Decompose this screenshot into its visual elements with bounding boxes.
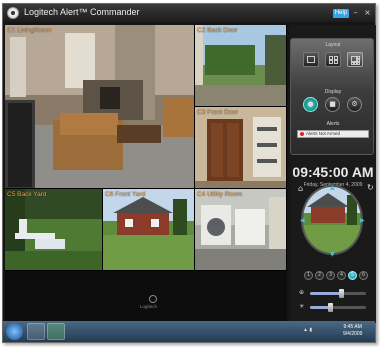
camera-tile-front-door[interactable]: C3 Front Door: [195, 107, 287, 189]
camera-select-4[interactable]: 4: [337, 271, 346, 280]
start-button[interactable]: [6, 323, 23, 340]
commander-icon[interactable]: [47, 323, 65, 340]
layout-label: Layout: [325, 42, 341, 48]
alert-status-icon: [300, 132, 304, 136]
single-view-button[interactable]: [303, 52, 319, 67]
quad-view-button[interactable]: [325, 52, 341, 67]
help-button[interactable]: Help: [333, 9, 349, 18]
zoom-fill: [310, 292, 341, 295]
alerts-label: Alerts: [326, 121, 340, 127]
minimize-icon[interactable]: –: [351, 8, 360, 17]
alert-status: Alerts Not Armed: [306, 131, 341, 136]
window-title: Logitech Alert™ Commander: [24, 7, 140, 17]
taskbar-time: 9:45 AM: [343, 324, 362, 330]
camera-select-5[interactable]: 5: [348, 271, 357, 280]
zoom-icon: ⊕: [299, 289, 305, 296]
logitech-logo-text: Logitech: [140, 304, 158, 309]
taskbar-clock[interactable]: 9:45 AM 9/4/2009: [343, 324, 362, 338]
ptz-panel: ⌂ ↻ ▲ ▼ ◀ ▶ 1 2 3 4 5 6 ⊕ ☀: [290, 177, 376, 323]
pan-up-icon[interactable]: ▲: [330, 184, 335, 191]
brightness-icon: ☀: [299, 303, 305, 310]
lock-icon[interactable]: ●: [303, 97, 318, 112]
pan-left-icon[interactable]: ◀: [300, 217, 305, 224]
brightness-fill: [310, 306, 330, 309]
close-icon[interactable]: ×: [363, 8, 372, 17]
home-icon[interactable]: ⌂: [298, 184, 303, 193]
tray-icons[interactable]: ▲ ▮: [303, 327, 312, 333]
camera-tile-living-room[interactable]: C1 LivingRoom: [5, 25, 195, 189]
brightness-knob[interactable]: [327, 303, 333, 312]
camera-tile-utility-room[interactable]: C4 Utility Room: [195, 189, 287, 271]
camera-label: C3 Front Door: [197, 109, 239, 116]
title-bar[interactable]: Logitech Alert™ Commander Help – ×: [3, 4, 375, 22]
app-window: Logitech Alert™ Commander Help – × C1 Li…: [2, 3, 376, 343]
explorer-icon[interactable]: [27, 323, 45, 340]
status-area: [5, 271, 287, 323]
zoom-knob[interactable]: [338, 289, 344, 298]
logitech-logo-icon: [7, 7, 19, 19]
six-view-button[interactable]: [347, 52, 363, 67]
camera-tile-back-door[interactable]: C2 Back Door: [195, 25, 287, 107]
camera-label: C1 LivingRoom: [7, 27, 52, 34]
taskbar-date: 9/4/2009: [343, 331, 363, 337]
logitech-logo-icon: [149, 295, 157, 303]
camera-grid: C1 LivingRoom C2 Back Door C3 Front Door…: [5, 25, 287, 271]
pan-right-icon[interactable]: ▶: [360, 217, 365, 224]
brightness-slider[interactable]: [310, 303, 366, 312]
camera-label: C5 Back Yard: [7, 191, 47, 198]
camera-label: C6 Front Yard: [105, 191, 146, 198]
record-icon[interactable]: ■: [325, 97, 340, 112]
taskbar: ▲ ▮ 9:45 AM 9/4/2009: [3, 321, 375, 342]
settings-icon[interactable]: ⚙: [347, 97, 362, 112]
pan-down-icon[interactable]: ▼: [330, 251, 335, 258]
camera-label: C2 Back Door: [197, 27, 238, 34]
camera-select-3[interactable]: 3: [326, 271, 335, 280]
refresh-icon[interactable]: ↻: [367, 183, 374, 192]
control-panel: Layout Display ● ■ ⚙ Alerts Alerts Not A…: [290, 38, 374, 155]
zoom-slider[interactable]: [310, 289, 366, 298]
display-label: Display: [324, 89, 342, 95]
camera-select-6[interactable]: 6: [359, 271, 368, 280]
camera-select-2[interactable]: 2: [315, 271, 324, 280]
alerts-dropdown[interactable]: Alerts Not Armed: [297, 130, 369, 138]
camera-label: C4 Utility Room: [197, 191, 243, 198]
camera-tile-back-yard[interactable]: C5 Back Yard: [5, 189, 103, 271]
camera-tile-front-yard[interactable]: C6 Front Yard: [103, 189, 195, 271]
ptz-preview[interactable]: [301, 185, 363, 255]
camera-select-1[interactable]: 1: [304, 271, 313, 280]
